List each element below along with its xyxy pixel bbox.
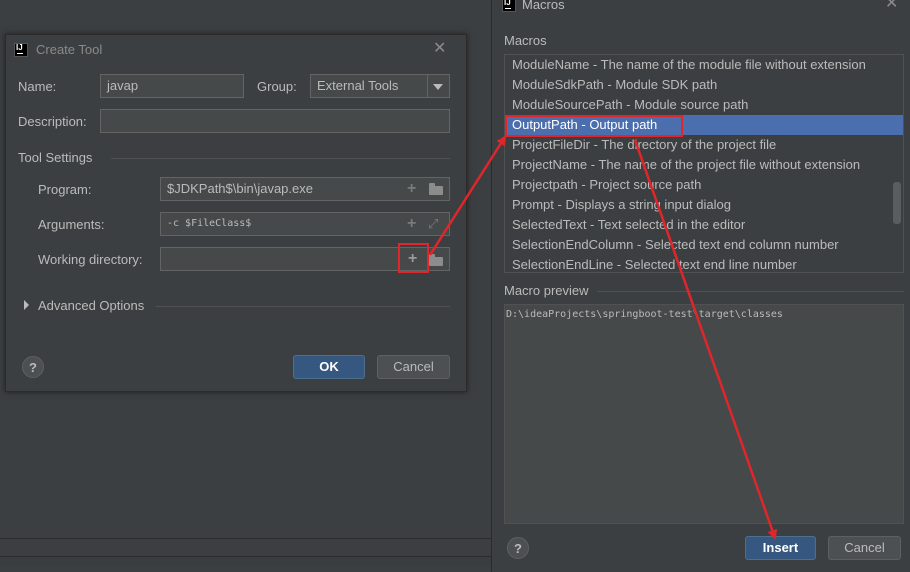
close-icon[interactable]: ✕ [433, 41, 446, 57]
working-directory-label: Working directory: [38, 252, 143, 267]
expand-arrow-icon[interactable] [24, 300, 29, 310]
ok-button[interactable]: OK [293, 355, 365, 379]
section-divider [156, 306, 450, 307]
list-item[interactable]: ProjectName - The name of the project fi… [505, 155, 903, 175]
group-select[interactable]: External Tools [310, 74, 450, 98]
dialog-title: Create Tool [36, 42, 103, 57]
chevron-down-icon[interactable] [433, 84, 443, 90]
macro-preview-text: D:\ideaProjects\springboot-test\target\c… [506, 309, 783, 320]
folder-icon[interactable] [429, 183, 443, 195]
list-item[interactable]: ProjectFileDir - The directory of the pr… [505, 135, 903, 155]
section-divider [111, 158, 450, 159]
insert-macro-icon[interactable]: + [407, 216, 416, 232]
cancel-button[interactable]: Cancel [828, 536, 901, 560]
intellij-logo-icon: IJ [14, 43, 28, 57]
status-divider [0, 538, 491, 539]
name-input[interactable]: javap [100, 74, 244, 98]
list-item[interactable]: SelectionEndLine - Selected text end lin… [505, 255, 903, 272]
section-divider [597, 291, 904, 292]
list-item[interactable]: Projectpath - Project source path [505, 175, 903, 195]
insert-button[interactable]: Insert [745, 536, 816, 560]
macros-dialog: IJ Macros ✕ Macros ModuleName - The name… [491, 0, 910, 572]
intellij-logo-icon: IJ [502, 0, 516, 12]
tool-settings-title: Tool Settings [18, 150, 93, 165]
description-label: Description: [18, 114, 87, 129]
macros-list[interactable]: ModuleName - The name of the module file… [504, 54, 904, 273]
macro-preview-title: Macro preview [504, 283, 589, 298]
group-select-value: External Tools [317, 78, 399, 93]
program-label: Program: [38, 182, 92, 197]
folder-icon[interactable] [429, 254, 443, 266]
list-item[interactable]: ModuleSourcePath - Module source path [505, 95, 903, 115]
macros-section-title: Macros [504, 33, 547, 48]
expand-icon[interactable]: ⤢ [428, 216, 438, 232]
scrollbar-thumb[interactable] [893, 182, 901, 224]
group-label: Group: [257, 79, 297, 94]
help-button[interactable]: ? [22, 356, 44, 378]
help-button[interactable]: ? [507, 537, 529, 559]
arguments-label: Arguments: [38, 217, 105, 232]
advanced-options-toggle[interactable]: Advanced Options [38, 298, 144, 314]
list-item[interactable]: ModuleSdkPath - Module SDK path [505, 75, 903, 95]
insert-macro-icon[interactable]: + [407, 181, 416, 197]
annotation-highlight [398, 243, 429, 273]
select-divider [427, 75, 428, 97]
list-item[interactable]: SelectionEndColumn - Selected text end c… [505, 235, 903, 255]
name-label: Name: [18, 79, 57, 94]
description-input[interactable] [100, 109, 450, 133]
list-item[interactable]: Prompt - Displays a string input dialog [505, 195, 903, 215]
annotation-highlight [505, 115, 683, 137]
close-icon[interactable]: ✕ [885, 0, 898, 12]
cancel-button[interactable]: Cancel [377, 355, 450, 379]
create-tool-dialog: IJ Create Tool ✕ Name: javap Group: Exte… [5, 34, 467, 392]
macro-preview-area: D:\ideaProjects\springboot-test\target\c… [504, 304, 904, 524]
list-item[interactable]: ModuleName - The name of the module file… [505, 55, 903, 75]
dialog-title: Macros [522, 0, 565, 12]
list-item[interactable]: SelectedText - Text selected in the edit… [505, 215, 903, 235]
